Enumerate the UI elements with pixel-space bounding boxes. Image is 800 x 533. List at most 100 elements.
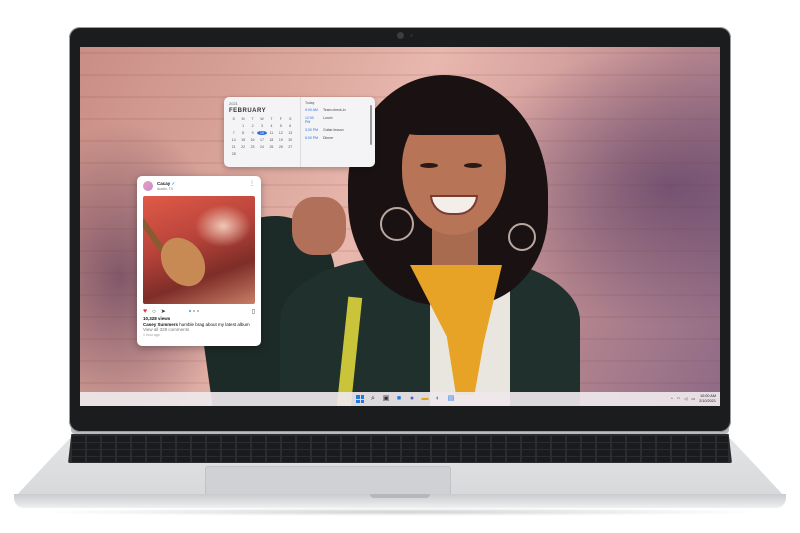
taskbar-apps: ⌕ ▣ ■ ● ▬ ◐ ▤ bbox=[356, 395, 455, 403]
post-text: 10,328 views Casey Summers humble brag a… bbox=[137, 316, 261, 338]
calendar-day[interactable]: 22 bbox=[238, 145, 247, 149]
calendar-day[interactable]: 15 bbox=[238, 138, 247, 142]
weekday-label: M bbox=[241, 117, 245, 121]
calendar-day[interactable]: 2 bbox=[248, 124, 257, 128]
calendar-month-view: 2021 FEBRUARY S M T W T F S 1 2 3 4 5 6 7 8 9 10 11 12 13 14… bbox=[224, 97, 301, 167]
task-view-icon[interactable]: ▣ bbox=[382, 395, 390, 403]
edge-browser-icon[interactable]: ◐ bbox=[434, 395, 442, 403]
event-title: Guitar lesson bbox=[323, 128, 344, 132]
calendar-day[interactable]: 20 bbox=[286, 138, 295, 142]
caption-text: humble brag about my latest album bbox=[178, 321, 250, 327]
weekday-label: T bbox=[251, 117, 254, 121]
calendar-day[interactable]: 7 bbox=[229, 131, 238, 135]
keyboard bbox=[68, 434, 732, 463]
taskbar: ⌕ ▣ ■ ● ▬ ◐ ▤ ^ ◠ ◁ ▭ 10:00 AM 2/10/2021 bbox=[80, 392, 720, 406]
calendar-day[interactable]: 19 bbox=[276, 138, 285, 142]
calendar-day[interactable]: 24 bbox=[257, 145, 266, 149]
post-time: 1 hour ago bbox=[143, 332, 160, 337]
key-row bbox=[72, 457, 728, 462]
system-tray: ^ ◠ ◁ ▭ 10:00 AM 2/10/2021 bbox=[671, 394, 716, 403]
laptop-shadow bbox=[30, 508, 770, 516]
calendar-day[interactable]: 27 bbox=[286, 145, 295, 149]
weekday-label: T bbox=[270, 117, 273, 121]
touchpad bbox=[205, 466, 451, 496]
calendar-day[interactable]: 1 bbox=[238, 124, 247, 128]
agenda-event[interactable]: 12:00 PM Lunch bbox=[305, 116, 371, 124]
calendar-day[interactable]: 11 bbox=[267, 131, 276, 135]
calendar-day[interactable]: 3 bbox=[257, 124, 266, 128]
calendar-day[interactable]: 13 bbox=[286, 131, 295, 135]
wifi-icon[interactable]: ◠ bbox=[677, 396, 681, 401]
wallpaper-bangs bbox=[396, 95, 514, 135]
weekday-label: S bbox=[232, 117, 235, 121]
share-icon[interactable]: ➤ bbox=[161, 308, 166, 315]
caption-user[interactable]: Casey Summers bbox=[143, 322, 178, 327]
calendar-day bbox=[229, 124, 238, 128]
weekday-label: S bbox=[289, 117, 292, 121]
calendar-widget[interactable]: 2021 FEBRUARY S M T W T F S 1 2 3 4 5 6 7 8 9 10 11 12 13 14… bbox=[224, 97, 375, 167]
store-icon[interactable]: ▤ bbox=[447, 395, 455, 403]
agenda-list: 9:00 AM Team check-in 12:00 PM Lunch 3:30 PM… bbox=[305, 108, 371, 140]
battery-icon[interactable]: ▭ bbox=[691, 396, 695, 401]
post-header: Cacay ✓ Austin, TX ⋮ bbox=[137, 176, 261, 194]
calendar-day[interactable]: 12 bbox=[276, 131, 285, 135]
desktop-screen: 2021 FEBRUARY S M T W T F S 1 2 3 4 5 6 7 8 9 10 11 12 13 14… bbox=[80, 47, 720, 406]
webcam-icon bbox=[397, 32, 404, 39]
calendar-day[interactable]: 14 bbox=[229, 138, 238, 142]
calendar-day[interactable]: 9 bbox=[248, 131, 257, 135]
widgets-icon[interactable]: ■ bbox=[395, 395, 403, 403]
calendar-day[interactable]: 28 bbox=[229, 152, 238, 156]
post-actions: ♥ ○ ➤ ▯ bbox=[137, 306, 261, 316]
guitar-body bbox=[151, 229, 215, 295]
weekday-label: W bbox=[260, 117, 264, 121]
more-options-icon[interactable]: ⋮ bbox=[249, 181, 255, 187]
event-title: Dinner bbox=[323, 136, 334, 140]
agenda-event[interactable]: 6:00 PM Dinner bbox=[305, 136, 371, 140]
webcam-led bbox=[410, 34, 413, 37]
tray-clock[interactable]: 10:00 AM 2/10/2021 bbox=[699, 394, 716, 403]
earring-icon bbox=[380, 207, 414, 241]
chat-icon[interactable]: ● bbox=[408, 395, 416, 403]
calendar-grid: S M T W T F S 1 2 3 4 5 6 7 8 9 10 11 12 13 14 15 16 17 18 19 20 21… bbox=[229, 117, 295, 156]
calendar-year: 2021 bbox=[229, 101, 238, 106]
username-text: Cacay bbox=[157, 181, 171, 186]
social-post-widget[interactable]: Cacay ✓ Austin, TX ⋮ ♥ ○ ➤ ▯ 10,328 view… bbox=[137, 176, 261, 346]
calendar-day[interactable]: 6 bbox=[286, 124, 295, 128]
event-time: 12:00 PM bbox=[305, 116, 314, 124]
search-icon[interactable]: ⌕ bbox=[369, 395, 377, 403]
calendar-day[interactable]: 25 bbox=[267, 145, 276, 149]
comment-icon[interactable]: ○ bbox=[152, 309, 156, 315]
agenda-event[interactable]: 3:30 PM Guitar lesson bbox=[305, 128, 371, 132]
event-time: 6:00 PM bbox=[305, 136, 319, 140]
lid-open-notch bbox=[370, 494, 430, 498]
calendar-day[interactable]: 4 bbox=[267, 124, 276, 128]
avatar[interactable] bbox=[143, 181, 153, 191]
key-row bbox=[72, 450, 728, 456]
heart-icon[interactable]: ♥ bbox=[143, 308, 147, 315]
calendar-day[interactable]: 17 bbox=[257, 138, 266, 142]
earring-icon bbox=[508, 223, 536, 251]
bookmark-icon[interactable]: ▯ bbox=[252, 308, 255, 315]
calendar-day[interactable]: 8 bbox=[238, 131, 247, 135]
key-row bbox=[72, 443, 728, 449]
event-time: 3:30 PM bbox=[305, 128, 319, 132]
verified-icon: ✓ bbox=[171, 181, 176, 186]
agenda-scrollbar[interactable] bbox=[370, 105, 372, 145]
laptop-lid: 2021 FEBRUARY S M T W T F S 1 2 3 4 5 6 7 8 9 10 11 12 13 14… bbox=[69, 27, 731, 432]
post-image[interactable] bbox=[143, 196, 255, 304]
start-icon[interactable] bbox=[356, 395, 364, 403]
calendar-day[interactable]: 23 bbox=[248, 145, 257, 149]
tray-chevron-icon[interactable]: ^ bbox=[671, 396, 673, 401]
agenda-event[interactable]: 9:00 AM Team check-in bbox=[305, 108, 371, 112]
calendar-day[interactable]: 21 bbox=[229, 145, 238, 149]
volume-icon[interactable]: ◁ bbox=[684, 396, 687, 401]
carousel-dots bbox=[189, 310, 199, 312]
calendar-day[interactable]: 10 bbox=[257, 131, 267, 135]
event-title: Lunch bbox=[323, 116, 333, 120]
calendar-day[interactable]: 5 bbox=[276, 124, 285, 128]
file-explorer-icon[interactable]: ▬ bbox=[421, 395, 429, 403]
calendar-day[interactable]: 18 bbox=[267, 138, 276, 142]
wallpaper-eye bbox=[464, 163, 482, 168]
calendar-day[interactable]: 16 bbox=[248, 138, 257, 142]
calendar-day[interactable]: 26 bbox=[276, 145, 285, 149]
